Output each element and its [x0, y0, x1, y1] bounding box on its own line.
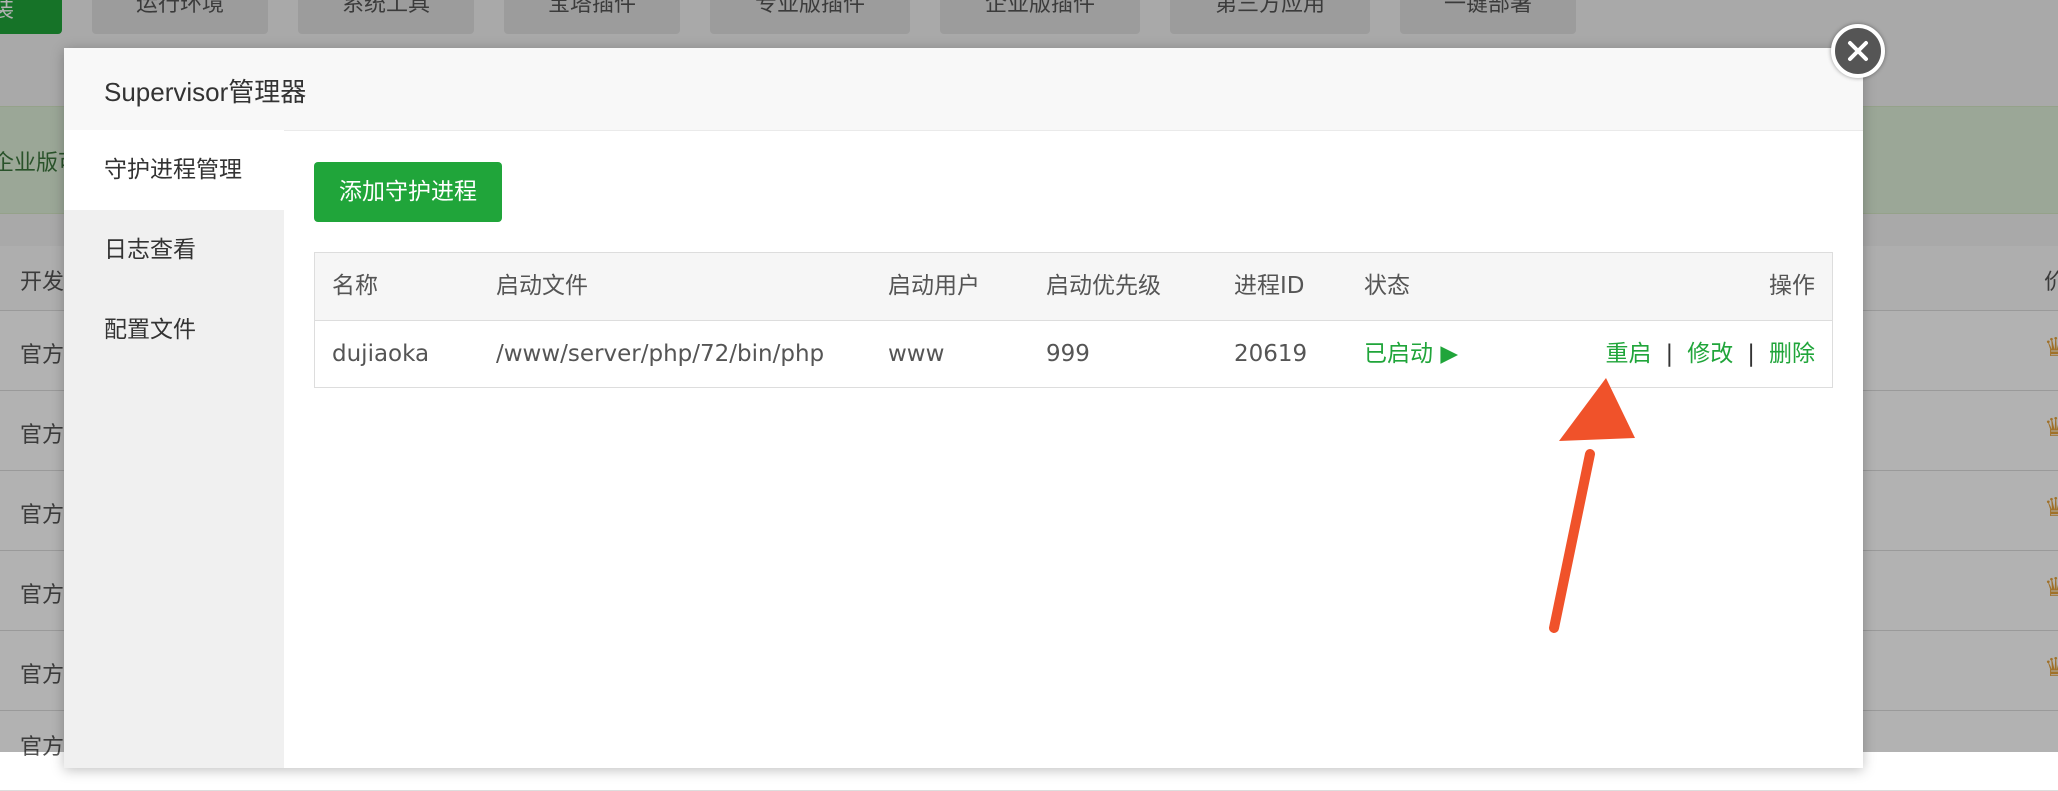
- sidebar-item-log-view[interactable]: 日志查看: [64, 210, 284, 290]
- header-name: 名称: [332, 273, 378, 299]
- row-priority: 999: [1046, 341, 1090, 367]
- row-name: dujiaoka: [332, 341, 430, 367]
- row-start-user: www: [888, 341, 945, 367]
- sidebar-item-process-management[interactable]: 守护进程管理: [64, 130, 284, 210]
- ops-separator: |: [1665, 341, 1674, 367]
- ops-separator: |: [1747, 341, 1755, 367]
- header-status: 状态: [1364, 273, 1410, 299]
- modal-sidebar: 守护进程管理 日志查看 配置文件: [64, 130, 284, 768]
- modal-close-button[interactable]: [1831, 24, 1885, 78]
- status-label: 已启动: [1364, 341, 1433, 367]
- header-pid: 进程ID: [1234, 273, 1305, 299]
- sidebar-item-config-file[interactable]: 配置文件: [64, 290, 284, 370]
- header-start-user: 启动用户: [888, 273, 980, 299]
- row-start-file: /www/server/php/72/bin/php: [496, 341, 825, 367]
- header-priority: 启动优先级: [1046, 273, 1161, 299]
- modal-header: Supervisor管理器: [64, 48, 1863, 131]
- header-start-file: 启动文件: [496, 273, 588, 299]
- add-daemon-button[interactable]: 添加守护进程: [314, 162, 502, 222]
- restart-link[interactable]: 重启: [1606, 341, 1652, 367]
- close-icon: [1848, 41, 1868, 61]
- play-icon: ▶: [1440, 341, 1459, 367]
- edit-link[interactable]: 修改: [1687, 341, 1733, 367]
- process-table-header: 名称 启动文件 启动用户 启动优先级 进程ID 状态 操作: [315, 253, 1832, 321]
- process-table: 名称 启动文件 启动用户 启动优先级 进程ID 状态 操作 dujiaoka /…: [314, 252, 1833, 388]
- delete-link[interactable]: 删除: [1769, 341, 1815, 367]
- header-operations: 操作: [1769, 273, 1815, 299]
- row-status[interactable]: 已启动 ▶: [1364, 321, 1458, 387]
- modal-title: Supervisor管理器: [104, 77, 307, 107]
- annotation-arrow-icon: [1549, 378, 1635, 633]
- row-pid: 20619: [1234, 341, 1308, 367]
